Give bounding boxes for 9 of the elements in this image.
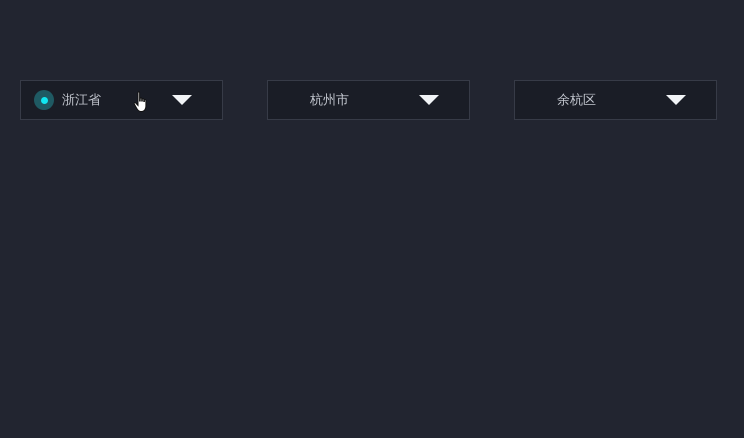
dropdown-arrow-icon: [172, 95, 192, 105]
select-dropdown[interactable]: 浙江省: [20, 80, 223, 120]
select-value: 余杭区: [557, 92, 597, 109]
select-value: 浙江省: [62, 92, 102, 109]
select-value: 杭州市: [310, 92, 350, 109]
select-dropdown[interactable]: 余杭区: [514, 80, 717, 120]
select-dropdown[interactable]: 杭州市: [267, 80, 470, 120]
dropdown-arrow-icon: [419, 95, 439, 105]
dropdown-arrow-icon: [666, 95, 686, 105]
